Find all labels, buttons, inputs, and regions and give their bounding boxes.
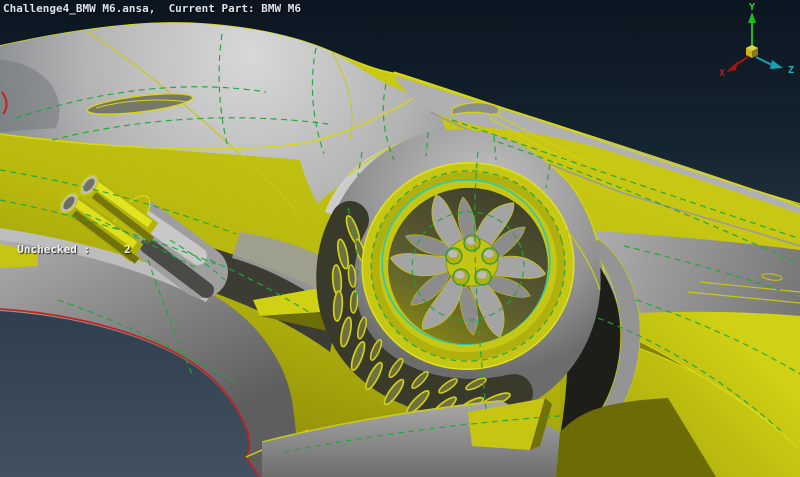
window-title: Challenge4_BMW M6.ansa, Current Part: BM…: [3, 2, 302, 15]
axis-y-label: Y: [749, 2, 755, 13]
unchecked-label: Unchecked :: [17, 243, 91, 256]
unchecked-count: 2: [124, 243, 131, 256]
axis-z-label: Z: [788, 65, 794, 76]
unchecked-status: Unchecked : 2: [4, 232, 131, 256]
axis-x-label: X: [719, 68, 725, 79]
3d-viewport[interactable]: Y X Z Challenge4_BMW M6.ansa, Current Pa…: [0, 0, 800, 477]
